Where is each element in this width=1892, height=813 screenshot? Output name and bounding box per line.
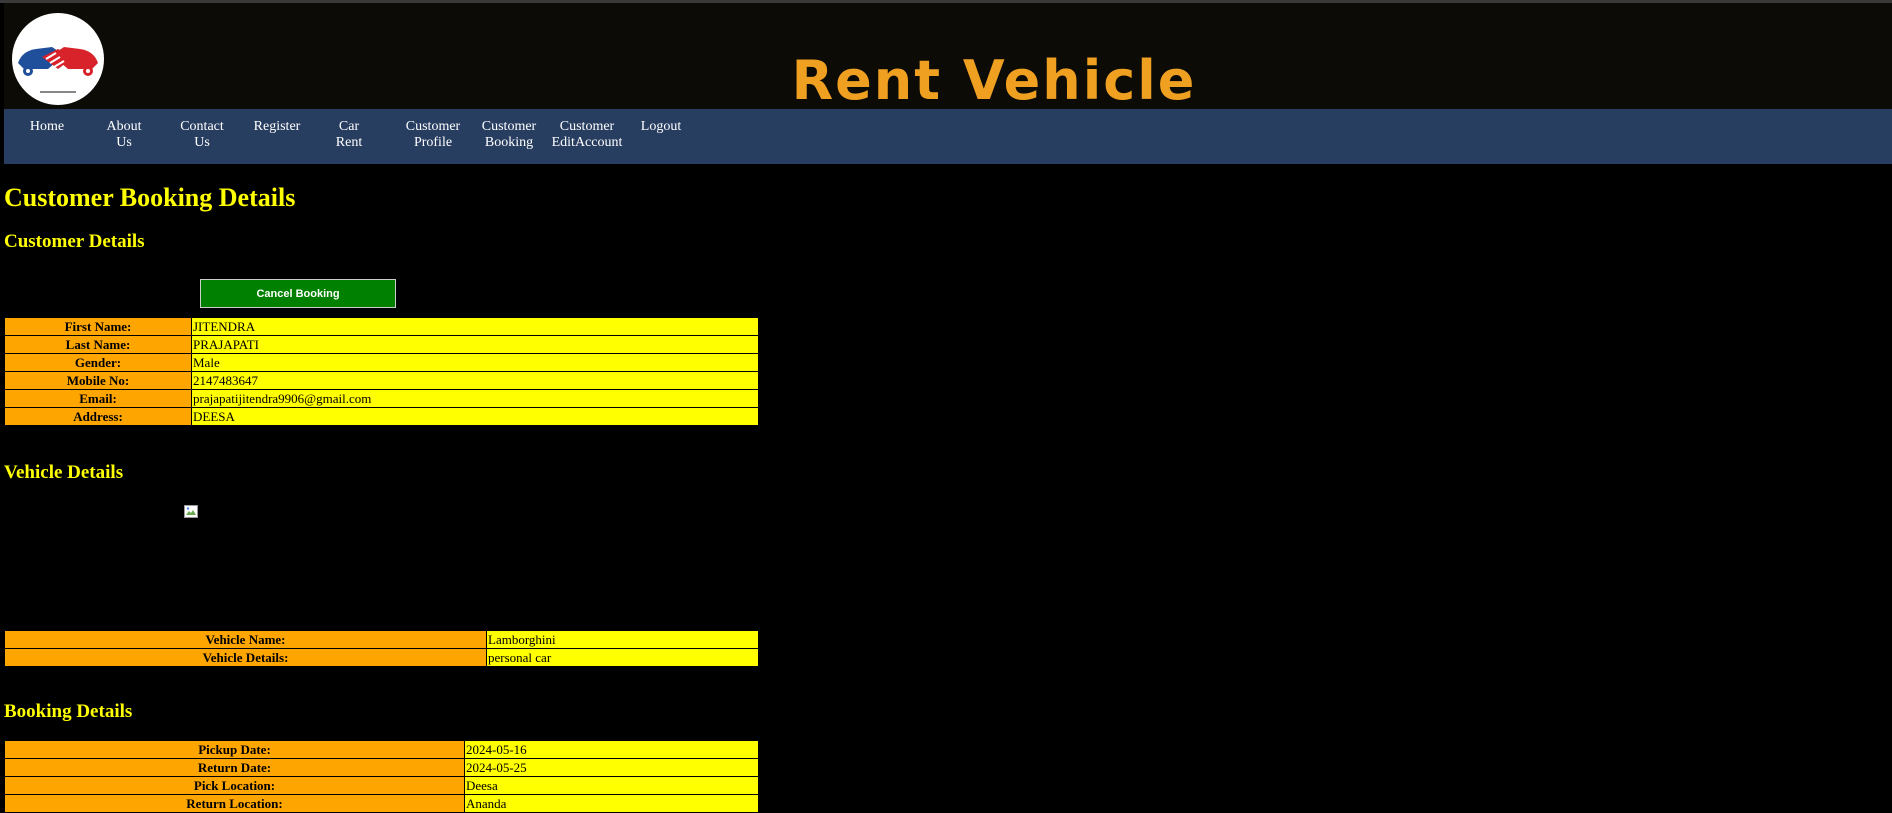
site-title: Rent Vehicle bbox=[791, 49, 1197, 112]
vehicle-details-table: Vehicle Name: Lamborghini Vehicle Detail… bbox=[4, 630, 759, 667]
table-row: Email: prajapatijitendra9906@gmail.com bbox=[4, 389, 759, 408]
first-name-value: JITENDRA bbox=[191, 317, 759, 336]
nav-register[interactable]: Register bbox=[249, 119, 305, 135]
table-row: Pick Location: Deesa bbox=[4, 776, 759, 795]
pickup-date-label: Pickup Date: bbox=[4, 740, 465, 759]
table-row: Pickup Date: 2024-05-16 bbox=[4, 740, 759, 759]
nav-customer-booking[interactable]: Customer Booking bbox=[477, 119, 541, 151]
first-name-label: First Name: bbox=[4, 317, 192, 336]
email-value: prajapatijitendra9906@gmail.com bbox=[191, 389, 759, 408]
nav-about-us[interactable]: About Us bbox=[101, 119, 147, 151]
mobile-value: 2147483647 bbox=[191, 371, 759, 390]
booking-details-table: Pickup Date: 2024-05-16 Return Date: 202… bbox=[4, 740, 759, 813]
main-nav: Home About Us Contact Us Register Car Re… bbox=[4, 109, 1892, 164]
table-row: Return Date: 2024-05-25 bbox=[4, 758, 759, 777]
vehicle-name-label: Vehicle Name: bbox=[4, 630, 487, 649]
pick-location-label: Pick Location: bbox=[4, 776, 465, 795]
vehicle-details-value: personal car bbox=[486, 648, 759, 667]
table-row: Vehicle Details: personal car bbox=[4, 648, 759, 667]
last-name-label: Last Name: bbox=[4, 335, 192, 354]
broken-image-icon bbox=[184, 505, 198, 518]
return-date-label: Return Date: bbox=[4, 758, 465, 777]
gender-value: Male bbox=[191, 353, 759, 372]
page-title: Customer Booking Details bbox=[4, 183, 296, 212]
customer-details-heading: Customer Details bbox=[4, 231, 145, 252]
customer-details-table: First Name: JITENDRA Last Name: PRAJAPAT… bbox=[4, 317, 759, 426]
nav-contact-us[interactable]: Contact Us bbox=[177, 119, 227, 151]
nav-car-rent[interactable]: Car Rent bbox=[329, 119, 369, 151]
nav-logout[interactable]: Logout bbox=[636, 119, 686, 135]
cancel-booking-button[interactable]: Cancel Booking bbox=[200, 279, 396, 308]
email-label: Email: bbox=[4, 389, 192, 408]
booking-details-heading: Booking Details bbox=[4, 701, 133, 722]
return-location-value: Ananda bbox=[464, 794, 759, 813]
address-value: DEESA bbox=[191, 407, 759, 426]
gender-label: Gender: bbox=[4, 353, 192, 372]
site-header: Rent Vehicle bbox=[4, 3, 1892, 112]
address-label: Address: bbox=[4, 407, 192, 426]
vehicle-details-label: Vehicle Details: bbox=[4, 648, 487, 667]
mobile-label: Mobile No: bbox=[4, 371, 192, 390]
table-row: Return Location: Ananda bbox=[4, 794, 759, 813]
nav-customer-editaccount[interactable]: Customer EditAccount bbox=[550, 119, 624, 151]
nav-home[interactable]: Home bbox=[27, 119, 67, 135]
nav-customer-profile[interactable]: Customer Profile bbox=[402, 119, 464, 151]
table-row: Vehicle Name: Lamborghini bbox=[4, 630, 759, 649]
last-name-value: PRAJAPATI bbox=[191, 335, 759, 354]
table-row: Last Name: PRAJAPATI bbox=[4, 335, 759, 354]
table-row: Gender: Male bbox=[4, 353, 759, 372]
return-date-value: 2024-05-25 bbox=[464, 758, 759, 777]
vehicle-details-heading: Vehicle Details bbox=[4, 462, 124, 483]
table-row: Mobile No: 2147483647 bbox=[4, 371, 759, 390]
pickup-date-value: 2024-05-16 bbox=[464, 740, 759, 759]
table-row: First Name: JITENDRA bbox=[4, 317, 759, 336]
return-location-label: Return Location: bbox=[4, 794, 465, 813]
pick-location-value: Deesa bbox=[464, 776, 759, 795]
vehicle-name-value: Lamborghini bbox=[486, 630, 759, 649]
table-row: Address: DEESA bbox=[4, 407, 759, 426]
